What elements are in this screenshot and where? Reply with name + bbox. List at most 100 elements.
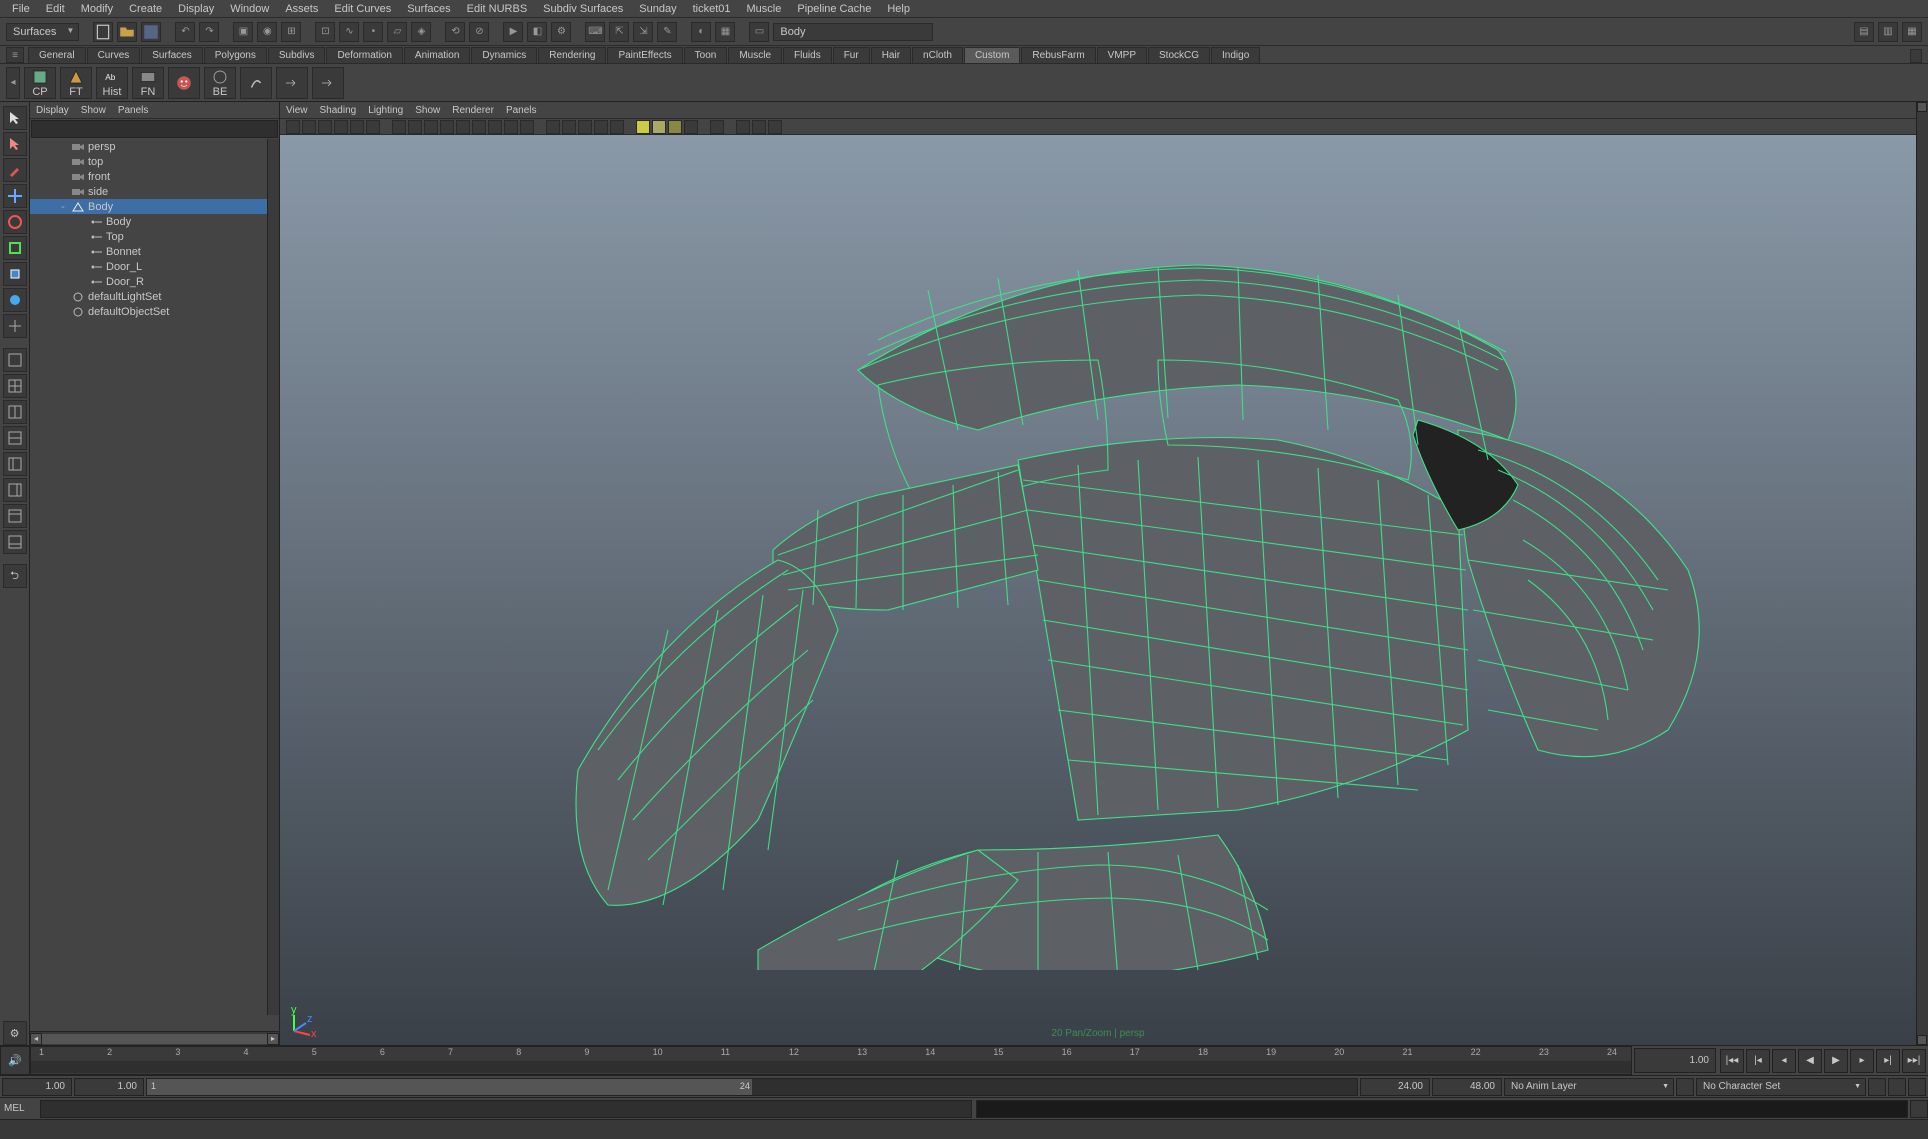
- menu-create[interactable]: Create: [121, 1, 170, 17]
- shelf-tab-painteffects[interactable]: PaintEffects: [607, 47, 682, 63]
- relative-transform-icon[interactable]: ⇲: [633, 22, 653, 42]
- shelf-btn-arrow-a[interactable]: [276, 67, 308, 99]
- viewport-menu-view[interactable]: View: [286, 105, 308, 116]
- shelf-tab-curves[interactable]: Curves: [87, 47, 141, 63]
- menu-muscle[interactable]: Muscle: [739, 1, 790, 17]
- shelf-tab-animation[interactable]: Animation: [404, 47, 470, 63]
- vp-expose-a-icon[interactable]: [736, 120, 750, 134]
- layout-c-icon[interactable]: [3, 504, 27, 528]
- shelf-btn-face[interactable]: [168, 67, 200, 99]
- snap-curve-icon[interactable]: ∿: [339, 22, 359, 42]
- menu-assets[interactable]: Assets: [277, 1, 326, 17]
- vp-lock-camera-icon[interactable]: [302, 120, 316, 134]
- vp-wireframe-icon[interactable]: [504, 120, 518, 134]
- viewport-menu-shading[interactable]: Shading: [320, 105, 357, 116]
- snap-plane-icon[interactable]: ▱: [387, 22, 407, 42]
- menu-edit-curves[interactable]: Edit Curves: [326, 1, 399, 17]
- vp-bookmark-icon[interactable]: [318, 120, 332, 134]
- shelf-tab-hair[interactable]: Hair: [871, 47, 911, 63]
- scroll-right-icon[interactable]: ▸: [267, 1033, 279, 1045]
- playback-end-field[interactable]: 24.00: [1360, 1078, 1430, 1096]
- character-set-dropdown[interactable]: No Character Set: [1696, 1078, 1866, 1096]
- vp-expose-b-icon[interactable]: [752, 120, 766, 134]
- snap-grid-icon[interactable]: ⊡: [315, 22, 335, 42]
- hypershade-icon[interactable]: ◐: [691, 22, 711, 42]
- viewport-menu-show[interactable]: Show: [415, 105, 440, 116]
- shelf-btn-fn[interactable]: FN: [132, 67, 164, 99]
- menu-modify[interactable]: Modify: [73, 1, 121, 17]
- outliner-item-front[interactable]: front: [30, 169, 279, 184]
- anim-layer-dropdown[interactable]: No Anim Layer: [1504, 1078, 1674, 1096]
- step-back-key-icon[interactable]: |◂: [1746, 1049, 1770, 1073]
- scale-tool-icon[interactable]: [3, 236, 27, 260]
- vp-isolate-icon[interactable]: [610, 120, 624, 134]
- vp-light-c-icon[interactable]: [668, 120, 682, 134]
- command-language-label[interactable]: MEL: [0, 1103, 38, 1114]
- shelf-tab-general[interactable]: General: [28, 47, 86, 63]
- time-scrub-icon[interactable]: 🔊: [0, 1046, 30, 1075]
- shelf-tab-toon[interactable]: Toon: [684, 47, 728, 63]
- shelf-btn-hist[interactable]: AbHist: [96, 67, 128, 99]
- name-field-toggle-icon[interactable]: ▭: [749, 22, 769, 42]
- shelf-tab-rebusfarm[interactable]: RebusFarm: [1021, 47, 1095, 63]
- play-backward-icon[interactable]: ◀: [1798, 1049, 1822, 1073]
- outliner-item-body[interactable]: Body: [30, 214, 279, 229]
- scroll-down-icon[interactable]: [1917, 1035, 1927, 1045]
- outliner-item-top[interactable]: Top: [30, 229, 279, 244]
- step-back-frame-icon[interactable]: ◂: [1772, 1049, 1796, 1073]
- menu-display[interactable]: Display: [170, 1, 222, 17]
- render-settings-icon[interactable]: ⚙: [551, 22, 571, 42]
- anim-prefs-icon[interactable]: [1908, 1078, 1926, 1096]
- vp-wire-onshaded-icon[interactable]: [546, 120, 560, 134]
- render-frame-icon[interactable]: ▶: [503, 22, 523, 42]
- vp-2d-panzoom-icon[interactable]: [350, 120, 364, 134]
- shelf-btn-curl[interactable]: [240, 67, 272, 99]
- two-pane-v-icon[interactable]: [3, 400, 27, 424]
- menu-edit[interactable]: Edit: [38, 1, 73, 17]
- viewport-menu-lighting[interactable]: Lighting: [368, 105, 403, 116]
- outliner-item-defaultobjectset[interactable]: defaultObjectSet: [30, 304, 279, 319]
- vp-film-gate-icon[interactable]: [408, 120, 422, 134]
- vp-field-chart-icon[interactable]: [456, 120, 470, 134]
- anim-start-field[interactable]: 1.00: [2, 1078, 72, 1096]
- menu-subdiv-surfaces[interactable]: Subdiv Surfaces: [535, 1, 631, 17]
- snap-live-icon[interactable]: ◈: [411, 22, 431, 42]
- vp-gate-mask-icon[interactable]: [440, 120, 454, 134]
- vp-use-all-lights-icon[interactable]: [578, 120, 592, 134]
- selection-name-field[interactable]: Body: [773, 23, 933, 41]
- viewport-menu-renderer[interactable]: Renderer: [452, 105, 494, 116]
- sidebar-channel-icon[interactable]: ▦: [1902, 22, 1922, 42]
- viewport-3d[interactable]: .w{fill:none;stroke:#3fe38a;stroke-width…: [280, 135, 1916, 1045]
- history-toggle-icon[interactable]: ⟲: [445, 22, 465, 42]
- menu-sunday[interactable]: Sunday: [631, 1, 684, 17]
- shelf-tab-muscle[interactable]: Muscle: [728, 47, 782, 63]
- shelf-tab-polygons[interactable]: Polygons: [204, 47, 267, 63]
- vp-shadows-icon[interactable]: [594, 120, 608, 134]
- new-scene-icon[interactable]: [93, 22, 113, 42]
- outliner-item-body[interactable]: -Body: [30, 199, 279, 214]
- lasso-tool-icon[interactable]: [3, 132, 27, 156]
- go-to-end-icon[interactable]: ▸▸|: [1902, 1049, 1926, 1073]
- vp-light-a-icon[interactable]: [636, 120, 650, 134]
- vp-shaded-icon[interactable]: [520, 120, 534, 134]
- outliner-menu-display[interactable]: Display: [36, 105, 69, 116]
- universal-manip-icon[interactable]: [3, 262, 27, 286]
- shelf-btn-ft[interactable]: FT: [60, 67, 92, 99]
- shelf-tab-custom[interactable]: Custom: [964, 47, 1020, 63]
- four-pane-icon[interactable]: [3, 374, 27, 398]
- outliner-menu-panels[interactable]: Panels: [118, 105, 149, 116]
- outliner-item-defaultlightset[interactable]: defaultLightSet: [30, 289, 279, 304]
- single-pane-icon[interactable]: [3, 348, 27, 372]
- rotate-tool-icon[interactable]: [3, 210, 27, 234]
- outliner-item-bonnet[interactable]: Bonnet: [30, 244, 279, 259]
- viewport-menu-panels[interactable]: Panels: [506, 105, 537, 116]
- history-off-icon[interactable]: ⊘: [469, 22, 489, 42]
- outliner-item-door_r[interactable]: Door_R: [30, 274, 279, 289]
- menu-window[interactable]: Window: [222, 1, 277, 17]
- shelf-tab-vmpp[interactable]: VMPP: [1097, 47, 1147, 63]
- soft-mod-tool-icon[interactable]: [3, 288, 27, 312]
- sidebar-attribute-icon[interactable]: ▤: [1854, 22, 1874, 42]
- absolute-transform-icon[interactable]: ⇱: [609, 22, 629, 42]
- module-selector[interactable]: Surfaces: [6, 23, 79, 41]
- menu-file[interactable]: File: [4, 1, 38, 17]
